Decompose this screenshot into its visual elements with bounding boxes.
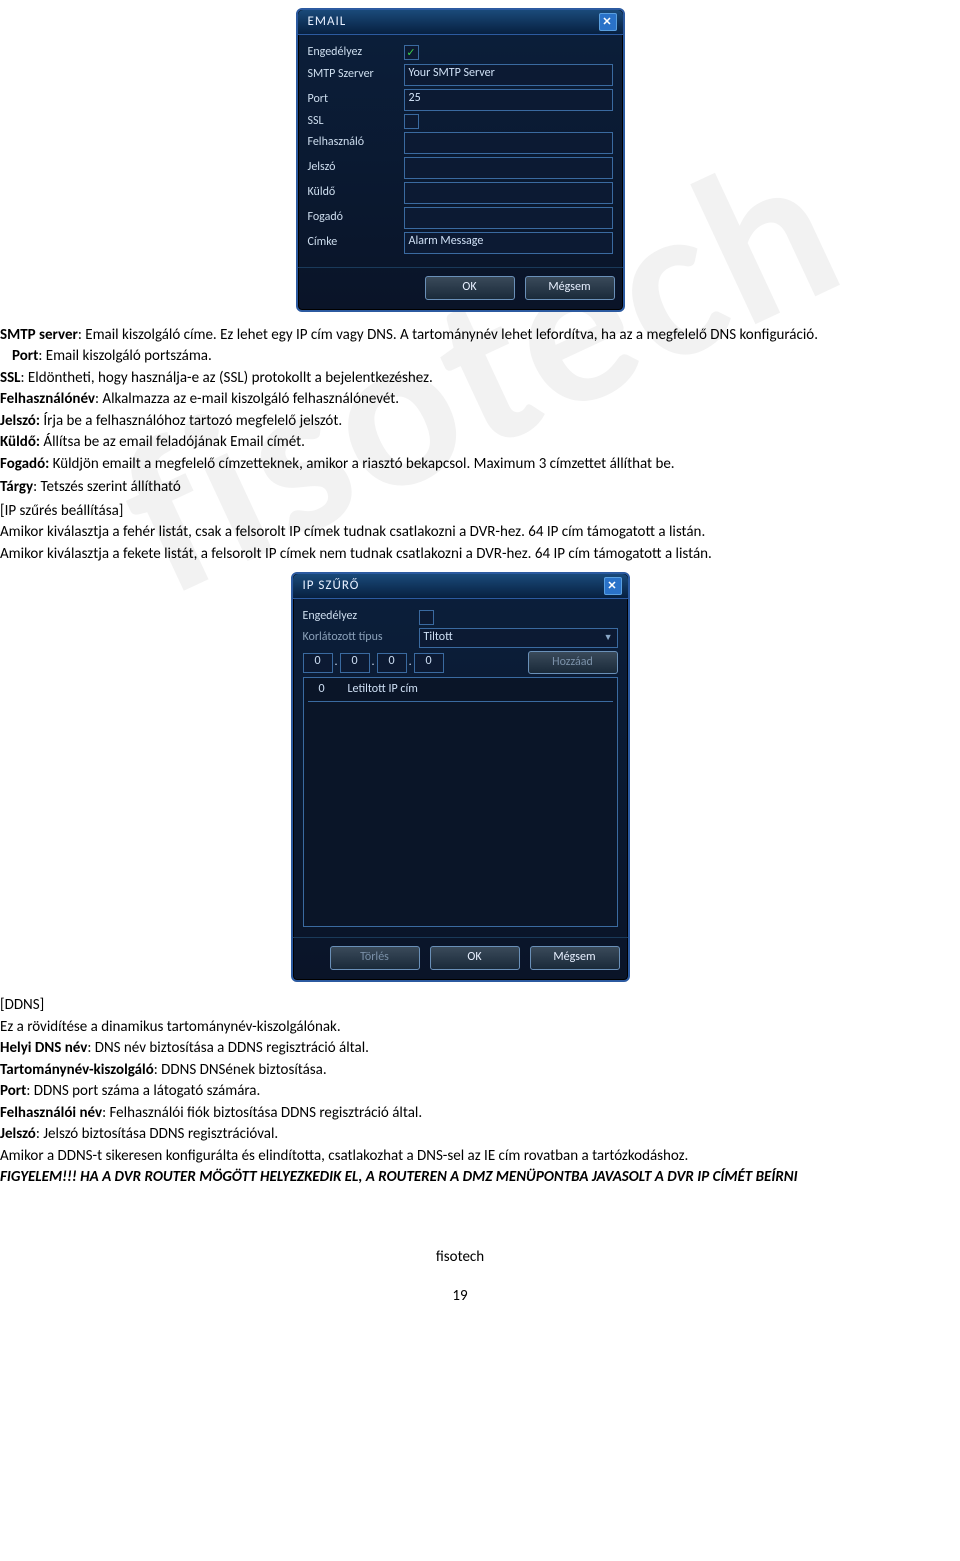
sender-label: Küldő [308, 185, 398, 201]
ipfilter-dialog: IP SZŰRŐ ✕ Engedélyez Korlátozott típus … [291, 572, 630, 982]
port-label: Port [308, 92, 398, 108]
ipfilter-dialog-title: IP SZŰRŐ [303, 578, 360, 595]
receiver-label: Fogadó [308, 210, 398, 226]
smtp-label: SMTP Szerver [308, 67, 398, 83]
ip-seg-3[interactable]: 0 [414, 653, 444, 673]
subject-label: Címke [308, 235, 398, 251]
sender-input[interactable] [404, 182, 613, 204]
close-icon[interactable]: ✕ [599, 13, 617, 31]
ddns-username: Felhasználói név: Felhasználói fiók bizt… [0, 1104, 920, 1124]
text-subject: Tárgy: Tetszés szerint állítható [0, 478, 920, 498]
ok-button[interactable]: OK [425, 276, 515, 300]
ddns-port: Port: DDNS port száma a látogató számára… [0, 1082, 920, 1102]
footer-brand: fisotech [0, 1248, 920, 1268]
ip-listbox[interactable]: 0 Letiltott IP cím [303, 677, 618, 927]
ip-list-header: 0 Letiltott IP cím [308, 682, 613, 702]
close-icon[interactable]: ✕ [604, 577, 622, 595]
ip-seg-1[interactable]: 0 [340, 653, 370, 673]
ok-button[interactable]: OK [430, 946, 520, 970]
pass-label: Jelszó [308, 160, 398, 176]
delete-button[interactable]: Törlés [330, 946, 420, 970]
footer-page-number: 19 [0, 1287, 920, 1307]
ddns-server: Tartománynév-kiszolgáló: DDNS DNSének bi… [0, 1061, 920, 1081]
add-button[interactable]: Hozzáad [528, 651, 618, 675]
chevron-down-icon: ▼ [604, 632, 613, 644]
text-sender: Küldő: Állítsa be az email feladójának E… [0, 433, 920, 453]
enable-label: Engedélyez [308, 45, 398, 61]
ssl-label: SSL [308, 114, 398, 130]
cancel-button[interactable]: Mégsem [530, 946, 620, 970]
ip-seg-2[interactable]: 0 [377, 653, 407, 673]
email-dialog-title-bar: EMAIL ✕ [298, 10, 623, 35]
ip-enable-checkbox[interactable] [419, 610, 434, 625]
text-pass: Jelszó: Írja be a felhasználóhoz tartozó… [0, 412, 920, 432]
receiver-input[interactable] [404, 207, 613, 229]
text-port: Port: Email kiszolgáló portszáma. [0, 347, 920, 367]
ip-type-dropdown[interactable]: Tiltott ▼ [419, 628, 618, 648]
subject-input[interactable]: Alarm Message [404, 232, 613, 254]
ddns-localname: Helyi DNS név: DNS név biztosítása a DDN… [0, 1039, 920, 1059]
text-ssl: SSL: Eldöntheti, hogy használja-e az (SS… [0, 369, 920, 389]
ddns-heading: [DDNS] [0, 996, 920, 1016]
email-dialog: EMAIL ✕ Engedélyez ✓ SMTP Szerver Your S… [296, 8, 625, 312]
user-input[interactable] [404, 132, 613, 154]
ddns-desc: Ez a rövidítése a dinamikus tartománynév… [0, 1018, 920, 1038]
user-label: Felhasználó [308, 135, 398, 151]
text-user: Felhasználónév: Alkalmazza az e-mail kis… [0, 390, 920, 410]
ssl-checkbox[interactable] [404, 114, 419, 129]
ipfilter-blacklist: Amikor kiválasztja a fekete listát, a fe… [0, 545, 920, 565]
smtp-input[interactable]: Your SMTP Server [404, 64, 613, 86]
ipfilter-heading: [IP szűrés beállítása] [0, 502, 920, 522]
ipfilter-dialog-title-bar: IP SZŰRŐ ✕ [293, 574, 628, 599]
ip-seg-0[interactable]: 0 [303, 653, 333, 673]
text-smtp: SMTP server: Email kiszolgáló címe. Ez l… [0, 326, 920, 346]
ddns-warning: FIGYELEM!!! HA A DVR ROUTER MÖGÖTT HELYE… [0, 1168, 920, 1188]
email-dialog-title: EMAIL [308, 14, 347, 31]
ddns-connect-note: Amikor a DDNS-t sikeresen konfigurálta é… [0, 1147, 920, 1167]
ip-type-label: Korlátozott típus [303, 630, 413, 646]
ddns-password: Jelszó: Jelszó biztosítása DDNS regisztr… [0, 1125, 920, 1145]
ipfilter-whitelist: Amikor kiválasztja a fehér listát, csak … [0, 523, 920, 543]
cancel-button[interactable]: Mégsem [525, 276, 615, 300]
port-input[interactable]: 25 [404, 89, 613, 111]
ip-enable-label: Engedélyez [303, 609, 413, 625]
ip-entry[interactable]: 0. 0. 0. 0 [303, 653, 444, 673]
enable-checkbox[interactable]: ✓ [404, 45, 419, 60]
pass-input[interactable] [404, 157, 613, 179]
text-receiver: Fogadó: Küldjön emailt a megfelelő címze… [0, 455, 920, 475]
